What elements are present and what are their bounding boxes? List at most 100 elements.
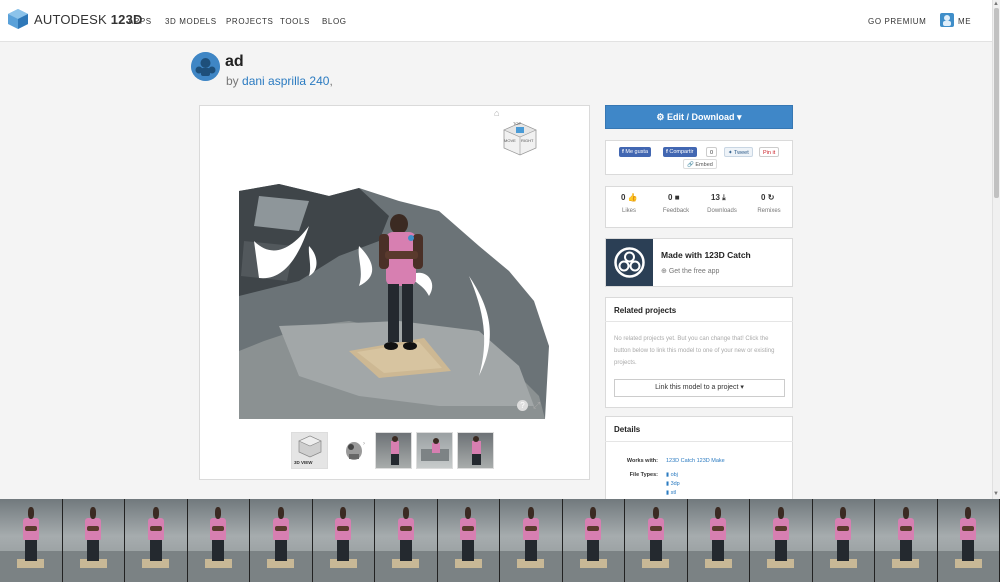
- nav-tools[interactable]: TOOLS: [280, 17, 310, 26]
- gear-icon: ⚙: [656, 112, 665, 122]
- facebook-icon: f: [622, 149, 624, 155]
- go-premium-link[interactable]: GO PREMIUM: [868, 17, 926, 26]
- thumb-mesh-preview[interactable]: [337, 432, 371, 469]
- author-link[interactable]: dani asprilla 240: [242, 74, 329, 88]
- related-projects-heading: Related projects: [614, 306, 677, 315]
- facebook-like-button[interactable]: f Me gusta: [619, 147, 651, 157]
- facebook-share-button[interactable]: f Compartir: [663, 147, 697, 157]
- remixes-count[interactable]: 0 ↻: [761, 193, 774, 202]
- link-icon: 🔗: [687, 162, 694, 168]
- feedback-count[interactable]: 0 ■: [668, 193, 680, 202]
- file-type-obj[interactable]: ▮ obj: [666, 472, 678, 478]
- facebook-like-label: Me gusta: [625, 149, 648, 155]
- author-suffix: ,: [329, 74, 333, 88]
- twitter-icon: ✦: [728, 150, 733, 156]
- details-heading: Details: [614, 425, 641, 434]
- photo-frame[interactable]: [187, 499, 250, 582]
- download-circle-icon: ⊕: [661, 268, 667, 275]
- photo-frame[interactable]: [687, 499, 750, 582]
- photo-frame[interactable]: [875, 499, 938, 582]
- file-types-label: File Types:: [629, 472, 658, 478]
- remixes-label: Remixes: [757, 208, 781, 214]
- thumb-3d-view-label: 3D VIEW: [294, 460, 313, 465]
- user-menu-label[interactable]: ME: [958, 17, 971, 26]
- file-type-3dp[interactable]: ▮ 3dp: [666, 481, 680, 487]
- 123d-catch-app-icon[interactable]: [606, 239, 653, 286]
- home-view-icon[interactable]: ⌂: [494, 109, 502, 118]
- view-cube-left-label: MOVE: [504, 138, 516, 143]
- get-app-label: Get the free app: [668, 268, 720, 275]
- project-title: ad: [225, 53, 244, 70]
- thumb-photo-3[interactable]: [457, 432, 494, 469]
- remix-icon: ↻: [767, 193, 775, 202]
- nav-apps[interactable]: APPS: [128, 17, 152, 26]
- remixes-value: 0: [761, 193, 766, 202]
- thumbs-up-icon: 👍: [627, 193, 638, 202]
- autodesk-logo-icon[interactable]: [7, 8, 29, 30]
- embed-label: Embed: [695, 162, 713, 168]
- downloads-label: Downloads: [707, 208, 737, 214]
- pinterest-button[interactable]: Pin it: [759, 147, 780, 157]
- user-avatar-icon[interactable]: [940, 13, 954, 27]
- by-prefix: by: [226, 74, 239, 88]
- scroll-up-arrow-icon[interactable]: ▲: [993, 1, 999, 7]
- tweet-label: Tweet: [734, 150, 749, 156]
- file-type-obj-label: obj: [670, 472, 678, 478]
- works-with-label: Works with:: [626, 458, 658, 464]
- view-cube-right-label: RIGHT: [521, 138, 534, 143]
- download-icon: ⤓: [722, 193, 726, 202]
- file-type-stl[interactable]: ▮ stl: [666, 490, 676, 496]
- facebook-share-icon: f: [666, 149, 668, 155]
- scrollbar-thumb[interactable]: [994, 8, 999, 198]
- thumb-arrow-icon: ›: [363, 441, 365, 447]
- edit-download-label: Edit / Download: [667, 112, 735, 122]
- works-with-value[interactable]: 123D Catch 123D Make: [666, 458, 725, 464]
- thumb-photo-2[interactable]: [416, 432, 453, 469]
- photo-frame[interactable]: [437, 499, 500, 582]
- get-app-link[interactable]: ⊕ Get the free app: [661, 267, 719, 275]
- scroll-down-arrow-icon[interactable]: ▼: [993, 491, 999, 497]
- brand-prefix: AUTODESK: [34, 12, 107, 27]
- photo-frame[interactable]: [312, 499, 375, 582]
- photo-frame[interactable]: [625, 499, 688, 582]
- file-icon: ▮: [666, 481, 670, 487]
- photo-frame[interactable]: [812, 499, 875, 582]
- photo-frame[interactable]: [62, 499, 125, 582]
- link-model-label: Link this model to a project: [655, 384, 739, 391]
- caret-down-icon: ▾: [740, 384, 744, 391]
- related-projects-message: No related projects yet. But you can cha…: [614, 336, 775, 366]
- photo-frame[interactable]: [562, 499, 625, 582]
- brand-logo[interactable]: AUTODESK 123D: [34, 12, 143, 27]
- facebook-share-label: Compartir: [669, 149, 694, 155]
- likes-count[interactable]: 0 👍: [621, 193, 638, 202]
- nav-blog[interactable]: BLOG: [322, 17, 347, 26]
- help-icon[interactable]: ?: [517, 400, 528, 411]
- file-type-stl-label: stl: [670, 490, 677, 496]
- photo-frame[interactable]: [125, 499, 188, 582]
- view-cube-top-label: TOP: [513, 121, 522, 126]
- author-avatar[interactable]: [191, 52, 220, 81]
- source-photo-strip: [0, 499, 1000, 582]
- feedback-value: 0: [668, 193, 673, 202]
- nav-3d-models[interactable]: 3D MODELS: [165, 17, 217, 26]
- project-byline: by dani asprilla 240,: [226, 74, 333, 88]
- nav-projects[interactable]: PROJECTS: [226, 17, 273, 26]
- likes-value: 0: [621, 193, 626, 202]
- photo-frame[interactable]: [937, 499, 1000, 582]
- file-type-3dp-label: 3dp: [670, 481, 680, 487]
- details-divider: [605, 441, 793, 442]
- photo-frame[interactable]: [750, 499, 813, 582]
- tweet-button[interactable]: ✦ Tweet: [724, 147, 753, 157]
- photo-frame[interactable]: [0, 499, 63, 582]
- edit-download-button[interactable]: ⚙ Edit / Download ▾: [605, 105, 793, 129]
- photo-frame[interactable]: [375, 499, 438, 582]
- downloads-count[interactable]: 13 ⤓: [711, 193, 726, 203]
- embed-button[interactable]: 🔗 Embed: [683, 159, 717, 169]
- file-icon: ▮: [666, 490, 670, 496]
- link-model-to-project-button[interactable]: Link this model to a project ▾: [614, 379, 785, 397]
- share-count-badge: 0: [706, 147, 718, 157]
- thumb-photo-1[interactable]: [375, 432, 412, 469]
- fullscreen-icon[interactable]: ⤢: [533, 400, 544, 411]
- photo-frame[interactable]: [500, 499, 563, 582]
- photo-frame[interactable]: [250, 499, 313, 582]
